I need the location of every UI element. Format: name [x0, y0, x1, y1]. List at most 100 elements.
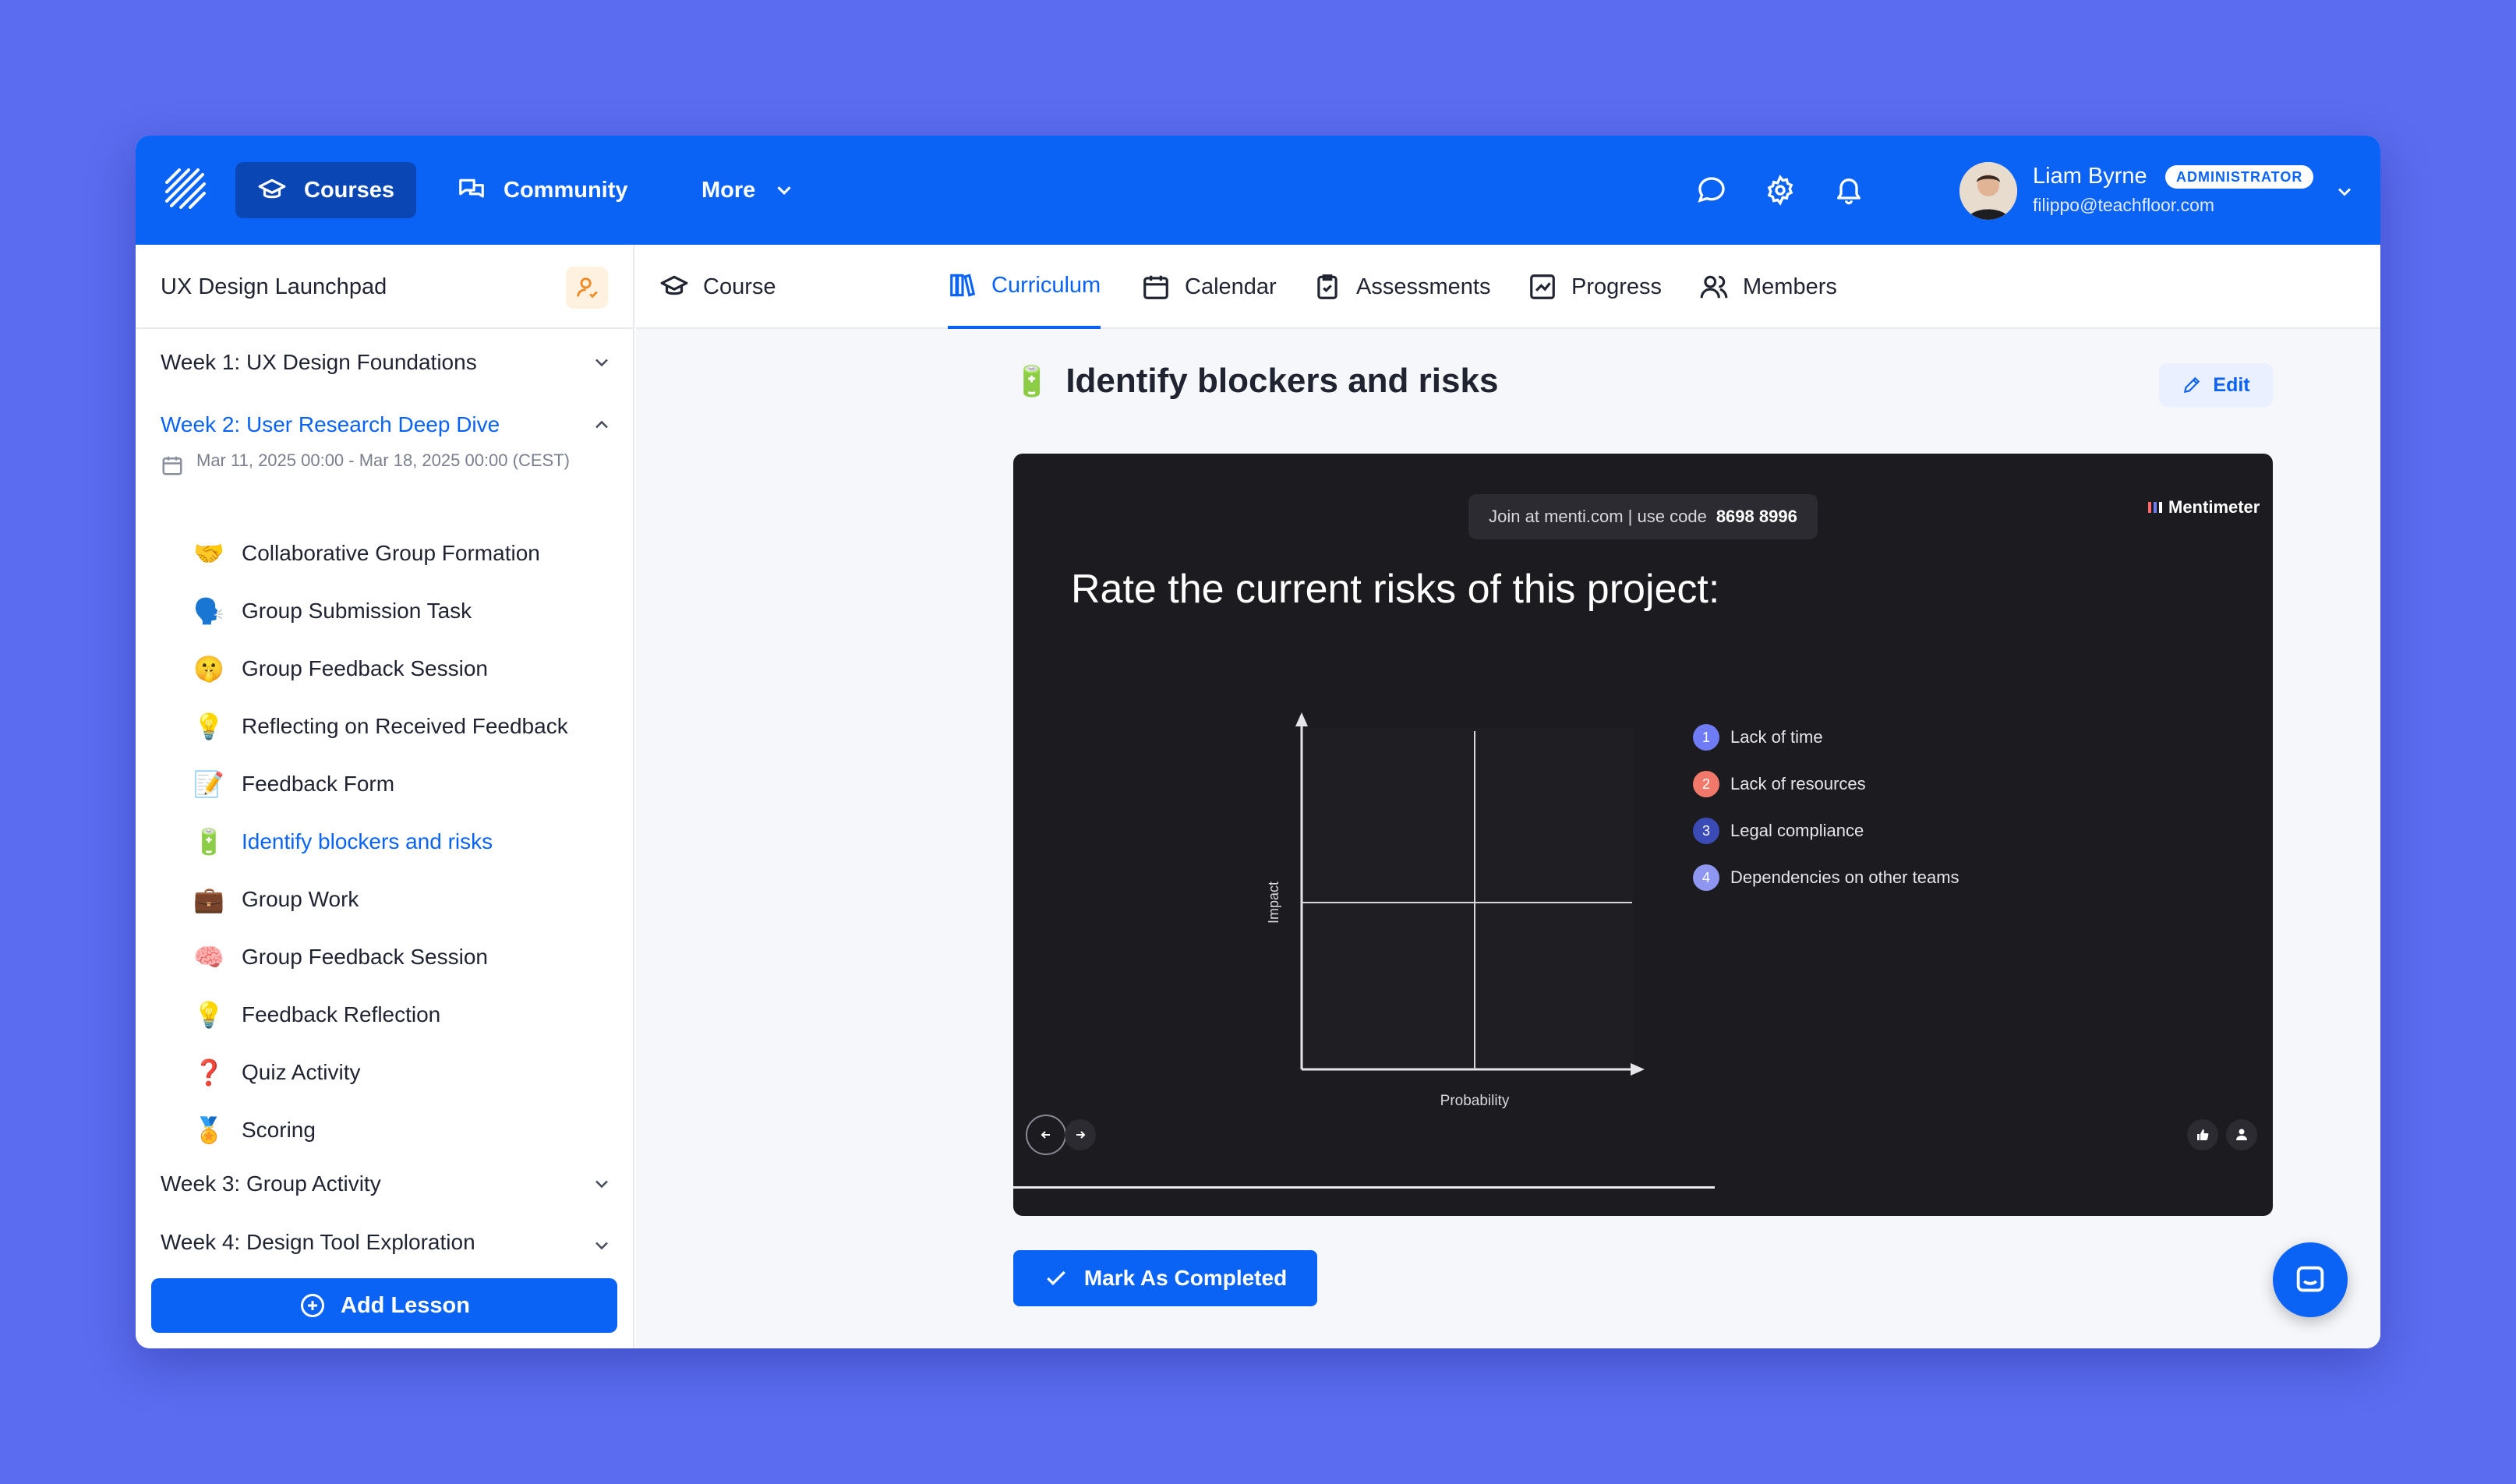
- lesson-title: 🔋 Identify blockers and risks: [1013, 362, 1498, 401]
- teachfloor-logo-icon[interactable]: [164, 167, 209, 212]
- chat-launcher-icon: [2296, 1266, 2324, 1292]
- shushing-face-icon: 🤫: [193, 654, 224, 684]
- nav-more-label: More: [701, 177, 756, 203]
- tab-calendar[interactable]: Calendar: [1141, 245, 1277, 329]
- bell-icon[interactable]: [1833, 175, 1864, 206]
- lesson-title-text: Identify blockers and risks: [1065, 362, 1499, 400]
- y-axis-label: Impact: [1266, 882, 1281, 924]
- legend-item: 4 Dependencies on other teams: [1693, 862, 1959, 893]
- week-2-row[interactable]: Week 2: User Research Deep Dive: [161, 405, 613, 444]
- top-navigation-bar: Courses Community More Liam Byrne ADMINI…: [136, 136, 2380, 245]
- chevron-up-icon: [595, 420, 608, 429]
- legend-number: 4: [1693, 864, 1719, 891]
- role-badge: ADMINISTRATOR: [2165, 165, 2314, 189]
- previous-slide-button[interactable]: [1026, 1115, 1066, 1155]
- nav-courses-button[interactable]: Courses: [235, 162, 417, 218]
- y-axis-arrow: [1295, 712, 1308, 726]
- lesson-item-active[interactable]: 🔋 Identify blockers and risks: [190, 818, 611, 865]
- tab-course[interactable]: Course: [659, 245, 776, 329]
- legend-number: 2: [1693, 771, 1719, 797]
- user-email: filippo@teachfloor.com: [2033, 195, 2215, 215]
- lesson-item[interactable]: ❓ Quiz Activity: [190, 1049, 611, 1096]
- week-1-row[interactable]: Week 1: UX Design Foundations: [161, 343, 613, 382]
- edit-label: Edit: [2213, 373, 2250, 396]
- plus-circle-icon: [301, 1294, 325, 1317]
- course-tabs: Course Curriculum Calendar Assessments P…: [636, 245, 2380, 329]
- user-avatar[interactable]: [1959, 162, 2017, 220]
- user-name: Liam Byrne: [2033, 164, 2147, 189]
- nav-courses-label: Courses: [304, 177, 395, 203]
- lesson-item[interactable]: 🏅 Scoring: [190, 1107, 611, 1154]
- nav-community-label: Community: [504, 177, 628, 203]
- tab-progress[interactable]: Progress: [1528, 245, 1662, 329]
- tab-members[interactable]: Members: [1699, 245, 1837, 329]
- battery-icon: 🔋: [193, 827, 224, 857]
- lesson-item[interactable]: 📝 Feedback Form: [190, 761, 611, 807]
- messages-icon[interactable]: [1696, 175, 1727, 206]
- nav-community-button[interactable]: Community: [435, 162, 650, 218]
- lesson-item[interactable]: 💡 Feedback Reflection: [190, 991, 611, 1038]
- x-axis-label: Probability: [1440, 1093, 1510, 1109]
- arrow-left-icon: [1041, 1131, 1050, 1139]
- support-chat-button[interactable]: [2273, 1242, 2348, 1317]
- legend-label: Lack of resources: [1730, 774, 1866, 793]
- users-icon: [1700, 275, 1728, 299]
- lesson-item[interactable]: 💡 Reflecting on Received Feedback: [190, 703, 611, 750]
- chat-bubbles-icon: [459, 178, 484, 198]
- week-2-label: Week 2: User Research Deep Dive: [161, 412, 500, 436]
- tab-assessments-label: Assessments: [1356, 274, 1491, 299]
- lesson-item[interactable]: 🤝 Collaborative Group Formation: [190, 530, 611, 577]
- add-lesson-button[interactable]: Add Lesson: [151, 1278, 617, 1333]
- matrix-area: [1302, 728, 1634, 1069]
- participants-button[interactable]: [2226, 1119, 2257, 1150]
- x-axis-arrow: [1631, 1063, 1645, 1076]
- lesson-label: Scoring: [242, 1118, 316, 1142]
- battery-icon: 🔋: [1013, 363, 1051, 398]
- lesson-item[interactable]: 💼 Group Work: [190, 876, 611, 923]
- chevron-down-icon: [595, 1242, 608, 1250]
- question-mark-icon: ❓: [193, 1058, 224, 1087]
- tab-members-label: Members: [1743, 274, 1837, 299]
- lesson-label: Feedback Form: [242, 772, 395, 796]
- mark-as-completed-label: Mark As Completed: [1083, 1266, 1288, 1290]
- legend-label: Lack of time: [1730, 727, 1823, 747]
- legend-label: Legal compliance: [1730, 821, 1864, 840]
- lesson-label: Group Feedback Session: [242, 945, 488, 969]
- briefcase-icon: 💼: [193, 885, 224, 914]
- app-window: Courses Community More Liam Byrne ADMINI…: [136, 136, 2380, 1348]
- gear-icon[interactable]: [1765, 175, 1796, 206]
- chart-line-icon: [1530, 274, 1555, 299]
- week-3-label: Week 3: Group Activity: [161, 1171, 381, 1196]
- books-icon: [950, 274, 976, 297]
- user-menu-chevron-down-icon[interactable]: [2334, 181, 2355, 203]
- tab-curriculum[interactable]: Curriculum: [948, 245, 1101, 329]
- lesson-item[interactable]: 🤫 Group Feedback Session: [190, 645, 611, 692]
- chevron-down-icon: [777, 186, 791, 195]
- legend-label: Dependencies on other teams: [1730, 867, 1959, 887]
- week-3-row[interactable]: Week 3: Group Activity: [161, 1164, 613, 1203]
- calendar-icon: [162, 456, 182, 475]
- lesson-label: Reflecting on Received Feedback: [242, 714, 568, 738]
- mark-as-completed-button[interactable]: Mark As Completed: [1013, 1250, 1317, 1306]
- light-bulb-icon: 💡: [193, 712, 224, 741]
- tab-curriculum-label: Curriculum: [991, 272, 1101, 298]
- legend-item: 3 Legal compliance: [1693, 815, 1864, 846]
- lesson-item[interactable]: 🧠 Group Feedback Session: [190, 934, 611, 980]
- reactions-button[interactable]: [2187, 1119, 2218, 1150]
- risk-matrix-chart: Impact Probability: [1266, 712, 1645, 1109]
- week-4-row[interactable]: Week 4: Design Tool Exploration: [161, 1230, 613, 1258]
- mentimeter-embed[interactable]: Join at menti.com | use code 8698 8996 M…: [1013, 454, 2273, 1216]
- memo-icon: 📝: [193, 769, 224, 799]
- nav-more-button[interactable]: More: [680, 162, 818, 218]
- clipboard-check-icon: [1317, 274, 1338, 299]
- lesson-item[interactable]: 🗣️ Group Submission Task: [190, 588, 611, 634]
- tab-course-label: Course: [703, 274, 776, 299]
- tab-assessments[interactable]: Assessments: [1313, 245, 1490, 329]
- edit-button[interactable]: Edit: [2159, 363, 2273, 407]
- week-2-date-text: Mar 11, 2025 00:00 - Mar 18, 2025 00:00 …: [196, 450, 570, 470]
- lesson-label: Identify blockers and risks: [242, 829, 493, 853]
- avatar-portrait-icon: [1959, 162, 2017, 220]
- legend-item: 1 Lack of time: [1693, 722, 1823, 753]
- light-bulb-icon: 💡: [193, 1000, 224, 1030]
- next-slide-button[interactable]: [1065, 1119, 1096, 1150]
